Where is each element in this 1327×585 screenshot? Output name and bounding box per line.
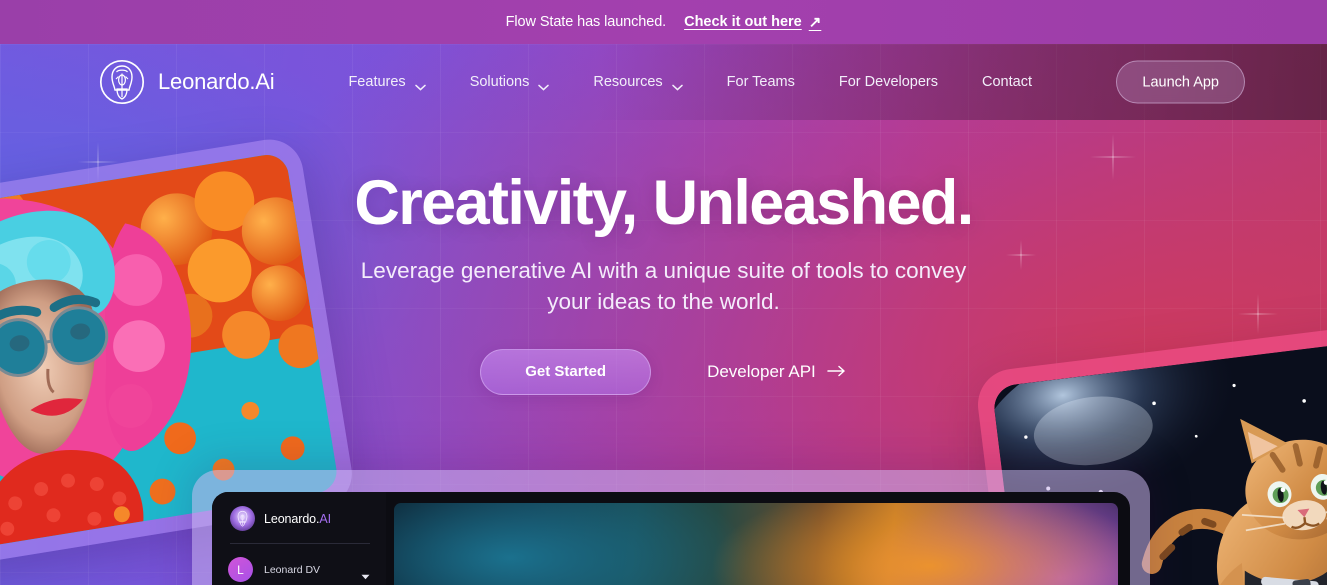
app-brand-name: Leonardo.AI bbox=[264, 512, 331, 526]
announcement-link[interactable]: Check it out here ↗ bbox=[684, 13, 821, 31]
caret-down-icon bbox=[361, 567, 370, 579]
app-hero-banner: Bring your ideas to life One platform, i… bbox=[394, 503, 1118, 585]
developer-api-label: Developer API bbox=[707, 361, 816, 381]
nav-item-for-teams[interactable]: For Teams bbox=[705, 74, 817, 90]
arrow-right-icon bbox=[827, 362, 847, 382]
app-brand[interactable]: Leonardo.AI bbox=[212, 506, 386, 531]
leonardo-crest-logo-icon bbox=[230, 506, 255, 531]
brand-logo-link[interactable]: Leonardo.Ai bbox=[99, 59, 275, 105]
announcement-text: Flow State has launched. bbox=[505, 14, 667, 30]
app-main-area: Bring your ideas to life One platform, i… bbox=[386, 492, 1130, 585]
leonardo-crest-logo-icon bbox=[99, 59, 145, 105]
app-sidebar: Leonardo.AI L Leonard DV bbox=[212, 492, 386, 585]
app-user-name: Leonard DV bbox=[264, 563, 321, 576]
nav-item-solutions[interactable]: Solutions bbox=[448, 74, 572, 91]
nav-item-contact[interactable]: Contact bbox=[960, 74, 1054, 90]
main-navigation: Leonardo.Ai Features Solutions Resources bbox=[0, 44, 1327, 120]
sparkle-icon bbox=[1238, 294, 1278, 334]
brand-name: Leonardo.Ai bbox=[158, 69, 275, 94]
app-preview-screen: Leonardo.AI L Leonard DV Bring your idea… bbox=[212, 492, 1130, 585]
app-user-selector[interactable]: L Leonard DV bbox=[212, 544, 386, 582]
nav-item-label: Contact bbox=[982, 74, 1032, 90]
chevron-down-icon bbox=[538, 79, 550, 91]
hero-cta-row: Get Started Developer API bbox=[480, 348, 847, 395]
app-brand-prefix: Leonardo. bbox=[264, 511, 320, 526]
sparkle-icon bbox=[1090, 134, 1136, 180]
announcement-bar: Flow State has launched. Check it out he… bbox=[0, 0, 1327, 44]
chevron-down-icon bbox=[414, 79, 426, 91]
nav-item-label: For Developers bbox=[838, 74, 939, 90]
nav-links: Features Solutions Resources For Teams F… bbox=[326, 74, 1054, 91]
nav-item-label: Resources bbox=[593, 74, 663, 90]
launch-app-button[interactable]: Launch App bbox=[1116, 60, 1245, 104]
nav-item-resources[interactable]: Resources bbox=[571, 74, 704, 91]
avatar: L bbox=[228, 557, 253, 582]
app-brand-suffix: AI bbox=[319, 511, 332, 526]
nav-item-label: For Teams bbox=[726, 74, 795, 90]
developer-api-link[interactable]: Developer API bbox=[707, 362, 847, 382]
get-started-button[interactable]: Get Started bbox=[480, 348, 652, 395]
chevron-down-icon bbox=[671, 79, 683, 91]
nav-item-for-developers[interactable]: For Developers bbox=[817, 74, 960, 90]
nav-item-label: Solutions bbox=[469, 74, 530, 90]
nav-item-label: Features bbox=[348, 74, 406, 90]
app-preview-device: Leonardo.AI L Leonard DV Bring your idea… bbox=[192, 470, 1150, 585]
arrow-up-right-icon: ↗ bbox=[808, 14, 822, 31]
landing-page: Flow State has launched. Check it out he… bbox=[0, 0, 1327, 585]
announcement-link-label: Check it out here bbox=[684, 14, 802, 30]
nav-item-features[interactable]: Features bbox=[326, 74, 447, 91]
sparkle-icon bbox=[1006, 240, 1036, 270]
